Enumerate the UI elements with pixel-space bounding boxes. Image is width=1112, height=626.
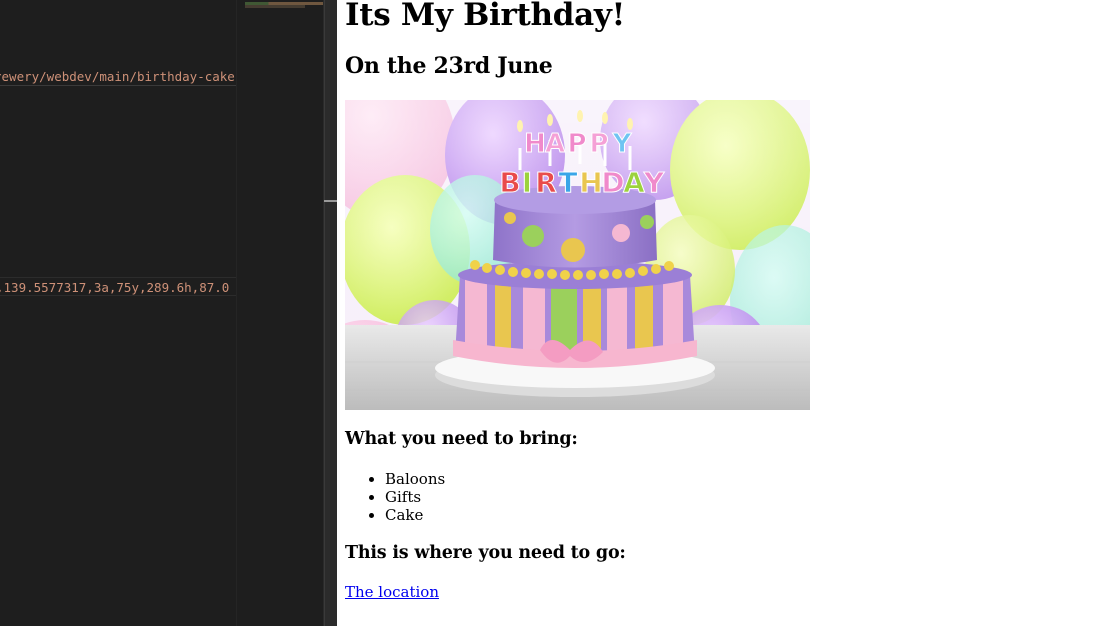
topper-letter: D xyxy=(601,166,624,199)
list-item: Cake xyxy=(385,506,445,524)
topper-letter: T xyxy=(558,166,577,199)
page-title: Its My Birthday! xyxy=(345,0,625,33)
code-editor[interactable]: rewery/webdev/main/birthday-cake ,139.55… xyxy=(0,0,324,626)
code-area[interactable]: rewery/webdev/main/birthday-cake ,139.55… xyxy=(0,0,236,626)
list-item: Baloons xyxy=(385,470,445,488)
browser-preview: Its My Birthday! On the 23rd June H A P … xyxy=(337,0,1112,626)
topper-letter: Y xyxy=(612,129,633,159)
bring-heading: What you need to bring: xyxy=(345,429,578,449)
list-item: Gifts xyxy=(385,488,445,506)
location-link[interactable]: The location xyxy=(345,583,439,601)
topper-letter: H xyxy=(579,166,602,199)
birthday-cake-image: H A P P Y B I R T H D A Y xyxy=(345,100,810,410)
code-line[interactable]: rewery/webdev/main/birthday-cake xyxy=(0,67,236,86)
topper-letter: P xyxy=(567,129,586,159)
topper-letter: R xyxy=(535,166,557,199)
topper-letter: Y xyxy=(643,166,665,199)
minimap-line xyxy=(245,5,305,8)
scroll-position-marker xyxy=(324,200,338,202)
page-subtitle: On the 23rd June xyxy=(345,53,553,79)
bring-list: Baloons Gifts Cake xyxy=(385,470,445,524)
topper-letter: A xyxy=(545,129,565,159)
code-line[interactable]: ,139.5577317,3a,75y,289.6h,87.0 xyxy=(0,277,236,296)
topper-letter: A xyxy=(623,166,645,199)
topper-letter: H xyxy=(524,129,546,159)
topper-letter: B xyxy=(499,166,520,199)
go-heading: This is where you need to go: xyxy=(345,543,626,563)
code-string: rewery/webdev/main/birthday-cake xyxy=(0,69,235,84)
minimap[interactable] xyxy=(236,0,324,626)
topper-letter: I xyxy=(522,166,532,199)
topper-letter: P xyxy=(589,129,608,159)
split-divider[interactable] xyxy=(324,0,337,626)
code-string: ,139.5577317,3a,75y,289.6h,87.0 xyxy=(0,280,230,295)
